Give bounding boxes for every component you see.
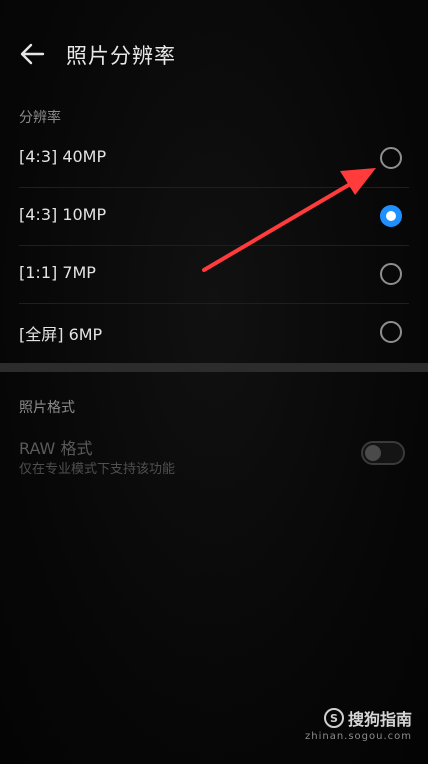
resolution-option-10mp[interactable]: [4:3] 10MP — [0, 188, 428, 246]
raw-format-toggle[interactable] — [361, 441, 405, 465]
resolution-option-label: [全屏] 6MP — [19, 325, 103, 344]
section-header-resolution: 分辨率 — [19, 110, 61, 126]
screen: 照片分辨率 分辨率 [4:3] 40MP [4:3] 10MP [1:1] 7M… — [0, 0, 428, 764]
back-button[interactable] — [14, 36, 50, 72]
resolution-option-label: [4:3] 10MP — [19, 205, 107, 224]
watermark-url: zhinan.sogou.com — [304, 731, 412, 742]
radio-unselected-icon[interactable] — [380, 321, 402, 343]
section-header-photo-format: 照片格式 — [19, 400, 75, 416]
watermark: S 搜狗指南 zhinan.sogou.com — [305, 706, 412, 742]
section-separator — [0, 363, 428, 372]
resolution-option-40mp[interactable]: [4:3] 40MP — [0, 130, 428, 188]
resolution-option-label: [1:1] 7MP — [19, 263, 96, 282]
radio-unselected-icon[interactable] — [380, 263, 402, 285]
raw-format-title: RAW 格式 — [19, 439, 93, 458]
watermark-name: 搜狗指南 — [347, 710, 412, 729]
raw-format-subtitle: 仅在专业模式下支持该功能 — [19, 462, 176, 477]
radio-selected-icon[interactable] — [380, 205, 402, 227]
toggle-knob — [365, 445, 381, 461]
annotation-arrow-icon — [202, 168, 376, 272]
resolution-option-7mp[interactable]: [1:1] 7MP — [0, 246, 428, 304]
arrow-left-icon — [20, 43, 45, 65]
resolution-option-6mp[interactable]: [全屏] 6MP — [0, 304, 428, 362]
resolution-option-label: [4:3] 40MP — [19, 147, 107, 166]
sogou-logo-icon: S — [323, 708, 344, 728]
page-title: 照片分辨率 — [66, 44, 176, 68]
app-header: 照片分辨率 — [0, 26, 428, 82]
radio-unselected-icon[interactable] — [380, 147, 402, 169]
